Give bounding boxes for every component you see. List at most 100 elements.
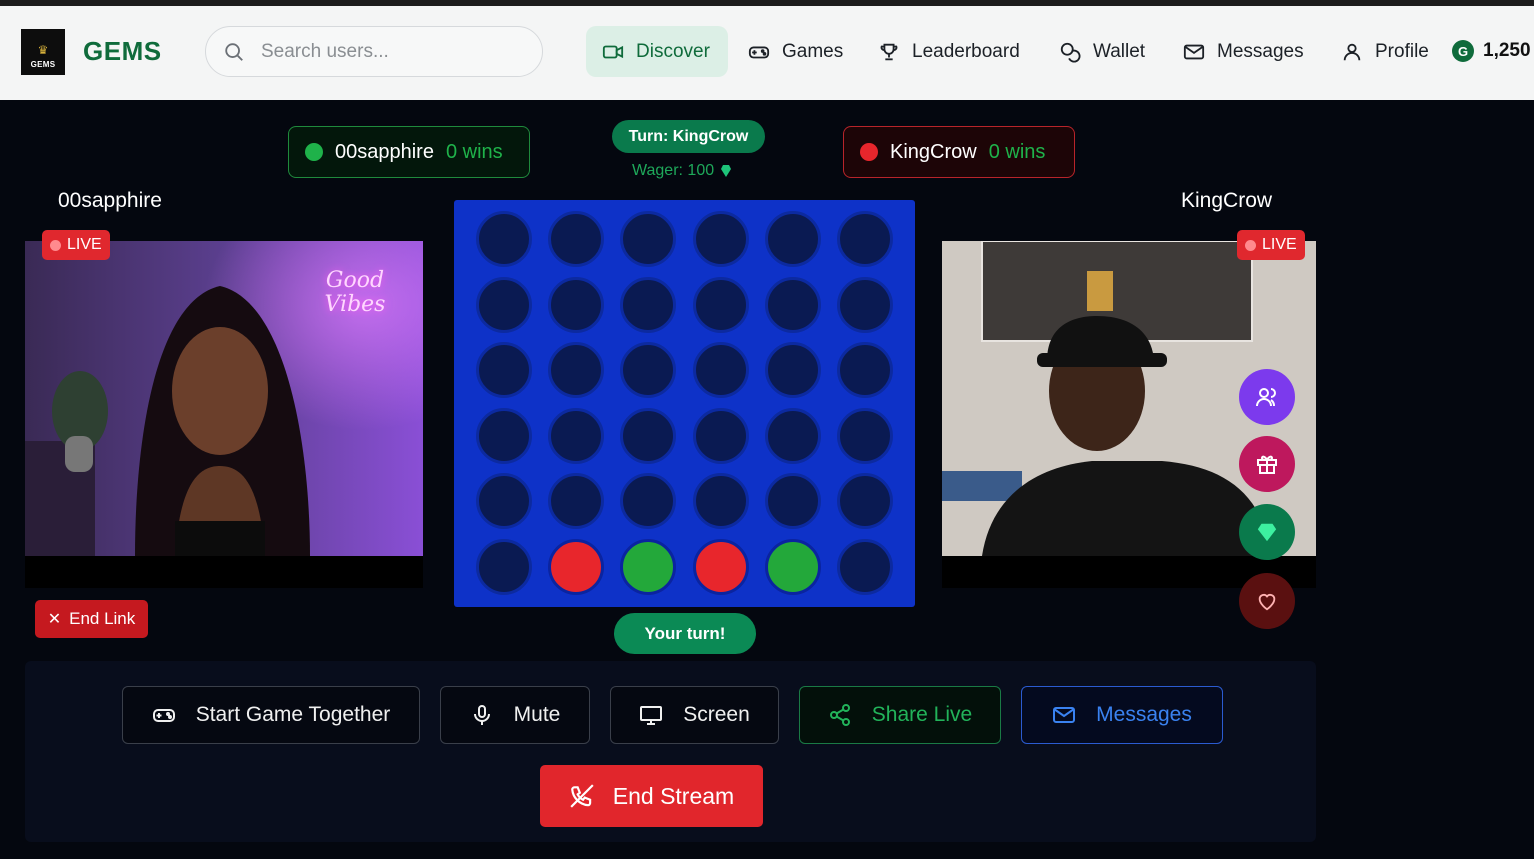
messages-label: Messages xyxy=(1096,703,1192,726)
left-video-feed[interactable]: Good Vibes xyxy=(25,241,423,556)
board-cell[interactable] xyxy=(476,473,532,530)
board-cell[interactable] xyxy=(476,539,532,595)
gem-icon xyxy=(1257,523,1277,542)
board-cell[interactable] xyxy=(476,342,532,399)
board-cell[interactable] xyxy=(476,407,532,464)
board-cell[interactable] xyxy=(837,407,893,464)
board-cell[interactable] xyxy=(764,342,821,399)
brand-name[interactable]: GEMS xyxy=(83,36,162,67)
start-game-label: Start Game Together xyxy=(195,703,391,726)
nav-discover[interactable]: Discover xyxy=(586,26,728,77)
player1-color-dot xyxy=(305,143,323,161)
player2-color-dot xyxy=(860,143,878,161)
board-cell[interactable] xyxy=(764,276,821,333)
user-icon xyxy=(1343,43,1361,60)
gift-icon xyxy=(1257,455,1277,474)
your-turn-badge: Your turn! xyxy=(614,613,756,654)
end-stream-button[interactable]: End Stream xyxy=(540,765,763,827)
search-box[interactable] xyxy=(205,26,543,77)
player2-name: KingCrow xyxy=(890,140,977,163)
board-cell[interactable] xyxy=(476,276,532,333)
share-live-label: Share Live xyxy=(871,703,973,726)
nav-leaderboard[interactable]: Leaderboard xyxy=(862,26,1036,77)
player2-score: KingCrow 0 wins xyxy=(843,126,1075,178)
mail-icon xyxy=(1183,44,1205,59)
board-cell[interactable] xyxy=(548,407,605,464)
board-cell[interactable] xyxy=(692,473,749,530)
nav-profile[interactable]: Profile xyxy=(1325,26,1445,77)
neon-sign-text: Good Vibes xyxy=(324,268,386,317)
wager-text: Wager: 100 xyxy=(632,162,715,179)
board-cell[interactable] xyxy=(620,473,677,530)
send-gem-button[interactable] xyxy=(1239,504,1295,560)
mute-button[interactable]: Mute xyxy=(440,686,590,744)
nav-wallet[interactable]: Wallet xyxy=(1043,26,1161,77)
board-cell[interactable] xyxy=(620,276,677,333)
nav-label: Discover xyxy=(636,40,710,62)
board-cell[interactable] xyxy=(548,211,605,267)
board-piece-red[interactable] xyxy=(692,539,749,595)
left-video-strip xyxy=(25,556,423,588)
heart-icon xyxy=(1258,594,1276,611)
live-label: LIVE xyxy=(67,236,102,253)
nav-messages[interactable]: Messages xyxy=(1167,26,1320,77)
gem-icon xyxy=(721,165,732,177)
board-cell[interactable] xyxy=(620,342,677,399)
invite-users-button[interactable] xyxy=(1239,369,1295,425)
balance-value: 1,250 xyxy=(1483,40,1531,61)
board-cell[interactable] xyxy=(837,539,893,595)
connect-four-board[interactable] xyxy=(454,200,915,607)
end-link-button[interactable]: ✕ End Link xyxy=(35,600,148,638)
player1-name: 00sapphire xyxy=(335,140,434,163)
turn-indicator: Turn: KingCrow xyxy=(612,120,765,153)
crown-icon: ♛ xyxy=(37,43,49,57)
share-live-button[interactable]: Share Live xyxy=(799,686,1001,744)
board-cell[interactable] xyxy=(476,211,532,267)
search-input[interactable] xyxy=(261,40,511,63)
board-cell[interactable] xyxy=(764,407,821,464)
gift-button[interactable] xyxy=(1239,436,1295,492)
right-streamer-name: KingCrow xyxy=(1181,189,1273,212)
gamepad-icon xyxy=(748,45,770,58)
left-live-badge: LIVE xyxy=(42,230,110,260)
nav-label: Games xyxy=(782,40,844,62)
search-icon xyxy=(225,42,243,61)
gamepad-icon xyxy=(152,709,175,722)
board-cell[interactable] xyxy=(837,342,893,399)
board-cell[interactable] xyxy=(620,407,677,464)
right-live-badge: LIVE xyxy=(1237,230,1305,260)
board-cell[interactable] xyxy=(837,276,893,333)
board-cell[interactable] xyxy=(764,211,821,267)
start-game-button[interactable]: Start Game Together xyxy=(122,686,420,744)
board-piece-red[interactable] xyxy=(548,539,605,595)
board-cell[interactable] xyxy=(548,473,605,530)
board-cell[interactable] xyxy=(692,211,749,267)
coins-icon xyxy=(1060,42,1081,62)
like-button[interactable] xyxy=(1239,573,1295,629)
nav-label: Messages xyxy=(1217,40,1304,62)
player1-wins: 0 wins xyxy=(445,140,503,163)
nav-games[interactable]: Games xyxy=(732,26,859,77)
logo-text: GEMS xyxy=(30,60,56,69)
end-stream-label: End Stream xyxy=(612,782,735,809)
left-streamer-name: 00sapphire xyxy=(58,189,162,212)
board-cell[interactable] xyxy=(837,473,893,530)
monitor-icon xyxy=(640,706,663,725)
board-cell[interactable] xyxy=(692,407,749,464)
board-cell[interactable] xyxy=(620,211,677,267)
logo[interactable]: ♛ GEMS xyxy=(21,29,65,75)
board-cell[interactable] xyxy=(548,342,605,399)
board-cell[interactable] xyxy=(692,276,749,333)
gem-balance[interactable]: G 1,250 xyxy=(1452,40,1531,62)
board-cell[interactable] xyxy=(692,342,749,399)
board-piece-green[interactable] xyxy=(620,539,677,595)
board-piece-green[interactable] xyxy=(764,539,821,595)
microphone-icon xyxy=(473,705,490,725)
messages-button[interactable]: Messages xyxy=(1021,686,1223,744)
phone-off-icon xyxy=(570,784,594,808)
board-cell[interactable] xyxy=(764,473,821,530)
board-cell[interactable] xyxy=(548,276,605,333)
nav-label: Wallet xyxy=(1093,40,1146,62)
screen-share-button[interactable]: Screen xyxy=(610,686,779,744)
board-cell[interactable] xyxy=(837,211,893,267)
